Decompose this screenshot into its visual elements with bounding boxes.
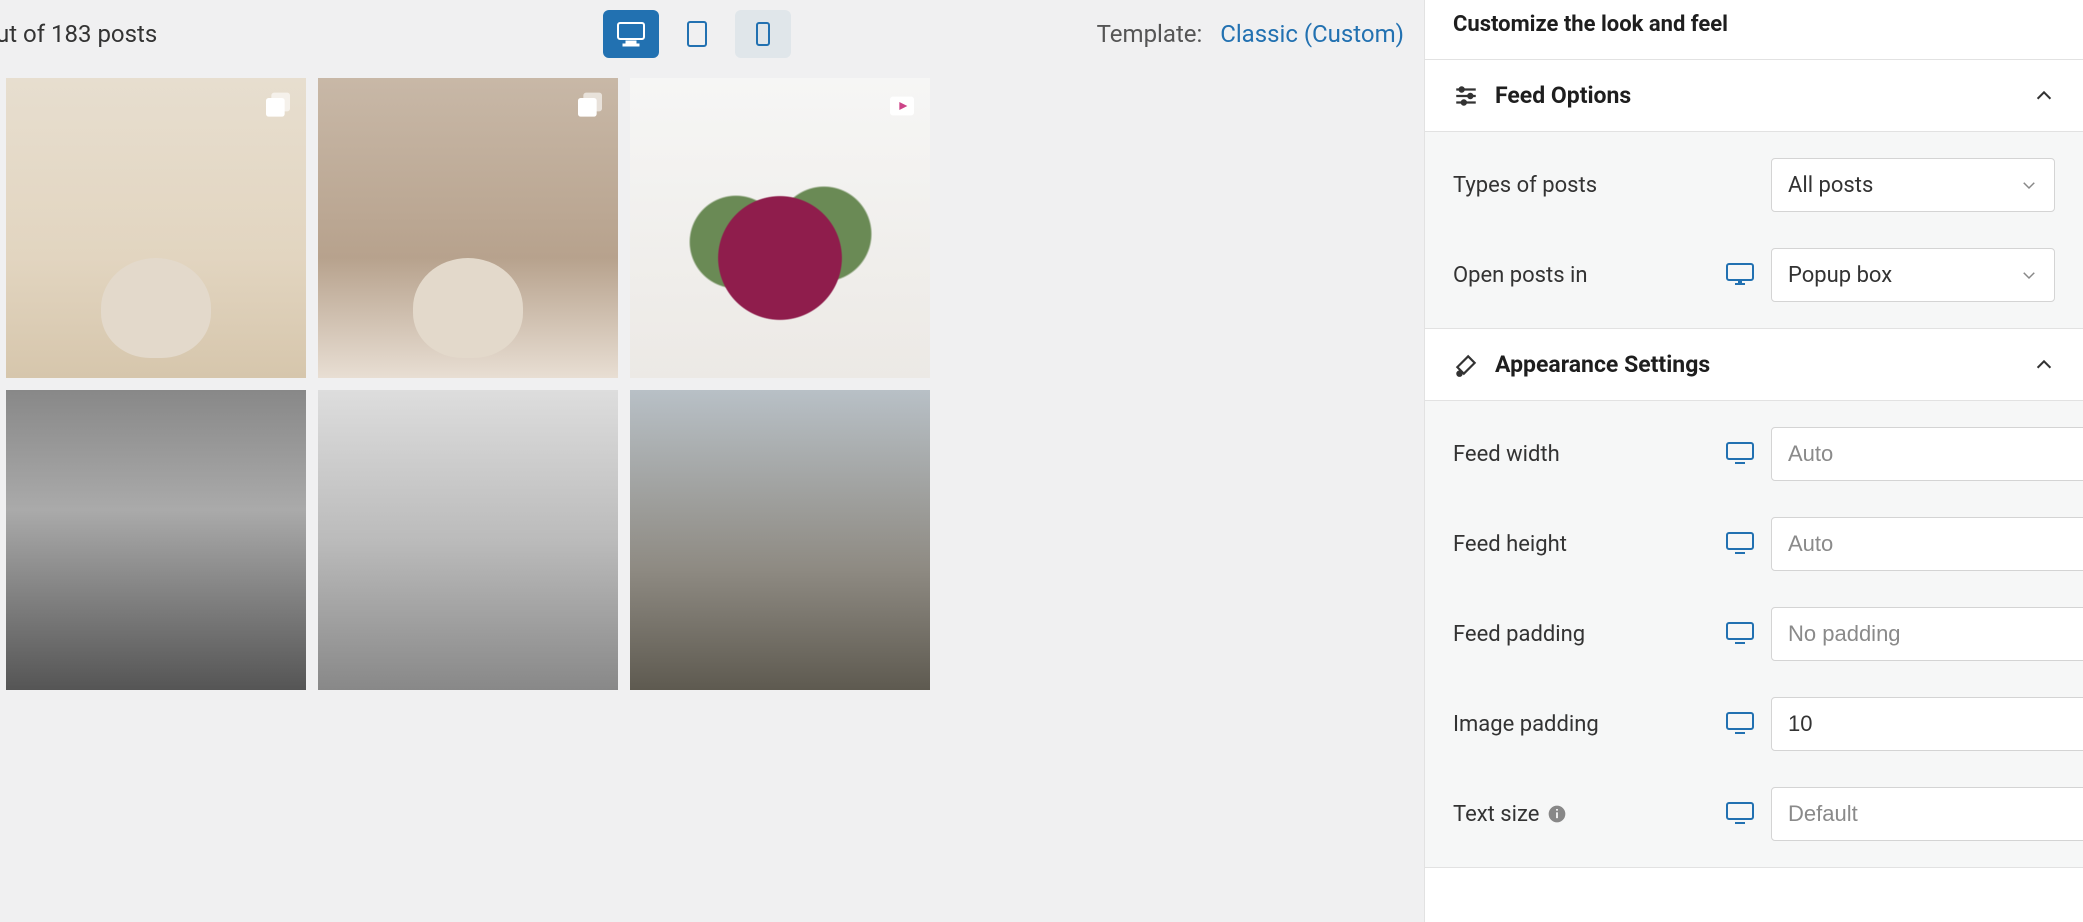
device-desktop-button[interactable] <box>603 10 659 58</box>
info-icon[interactable] <box>1547 804 1567 824</box>
device-toggle-group <box>603 10 791 58</box>
row-open-posts-in: Open posts in Popup box <box>1453 230 2055 320</box>
section-body-appearance-settings: Feed width px Feed height px Feed paddin… <box>1425 401 2083 868</box>
section-header-feed-options[interactable]: Feed Options <box>1425 60 2083 132</box>
feed-post[interactable] <box>630 78 930 378</box>
section-header-appearance-settings[interactable]: Appearance Settings <box>1425 329 2083 401</box>
desktop-icon <box>616 21 646 47</box>
types-of-posts-select[interactable]: All posts <box>1771 158 2055 212</box>
row-label: Image padding <box>1453 712 1725 737</box>
video-icon <box>886 90 918 122</box>
chevron-down-icon <box>2020 266 2038 284</box>
panel-title: Customize the look and feel <box>1425 0 2083 60</box>
posts-count: ut of 183 posts <box>0 20 157 48</box>
feed-post[interactable] <box>6 78 306 378</box>
section-label: Appearance Settings <box>1495 351 2017 378</box>
section-body-feed-options: Types of posts All posts Open posts in P… <box>1425 132 2083 329</box>
chevron-down-icon <box>2020 176 2038 194</box>
text-size-label-text: Text size <box>1453 802 1539 827</box>
section-label: Feed Options <box>1495 82 2017 109</box>
chevron-up-icon <box>2033 85 2055 107</box>
template-label: Template: <box>1097 20 1203 48</box>
select-value: All posts <box>1788 173 1873 198</box>
text-size-input[interactable] <box>1771 787 2083 841</box>
post-image <box>318 78 618 378</box>
open-posts-in-select[interactable]: Popup box <box>1771 248 2055 302</box>
template-info: Template: Classic (Custom) <box>1097 20 1404 48</box>
chevron-up-icon <box>2033 354 2055 376</box>
mobile-icon <box>755 21 771 47</box>
select-value: Popup box <box>1788 263 1892 288</box>
paint-icon <box>1453 352 1479 378</box>
row-text-size: Text size px <box>1453 769 2055 859</box>
desktop-icon[interactable] <box>1725 260 1755 290</box>
gallery-icon <box>262 90 294 122</box>
feed-post[interactable] <box>318 78 618 378</box>
row-label: Feed width <box>1453 442 1725 467</box>
row-label: Feed padding <box>1453 622 1725 647</box>
feed-padding-input[interactable] <box>1771 607 2083 661</box>
desktop-icon[interactable] <box>1725 799 1755 829</box>
feed-post[interactable] <box>318 390 618 690</box>
feed-height-input[interactable] <box>1771 517 2083 571</box>
image-padding-input[interactable] <box>1771 697 2083 751</box>
post-image <box>6 78 306 378</box>
preview-toolbar: ut of 183 posts Template: Classic (Custo… <box>0 10 1424 78</box>
row-types-of-posts: Types of posts All posts <box>1453 140 2055 230</box>
feed-grid-wrap <box>0 78 1424 690</box>
post-image <box>670 178 890 338</box>
device-mobile-button[interactable] <box>735 10 791 58</box>
preview-pane: ut of 183 posts Template: Classic (Custo… <box>0 0 1424 922</box>
desktop-icon[interactable] <box>1725 709 1755 739</box>
feed-post[interactable] <box>6 390 306 690</box>
row-feed-height: Feed height px <box>1453 499 2055 589</box>
sliders-icon <box>1453 83 1479 109</box>
row-label: Feed height <box>1453 532 1725 557</box>
row-label: Types of posts <box>1453 173 1771 198</box>
feed-grid <box>6 78 1418 690</box>
row-label: Open posts in <box>1453 263 1725 288</box>
feed-width-input[interactable] <box>1771 427 2083 481</box>
device-tablet-button[interactable] <box>669 10 725 58</box>
desktop-icon[interactable] <box>1725 529 1755 559</box>
row-feed-padding: Feed padding px <box>1453 589 2055 679</box>
settings-sidebar: Customize the look and feel Feed Options… <box>1424 0 2083 922</box>
template-link[interactable]: Classic (Custom) <box>1220 20 1404 48</box>
desktop-icon[interactable] <box>1725 619 1755 649</box>
tablet-icon <box>686 20 708 48</box>
gallery-icon <box>574 90 606 122</box>
row-feed-width: Feed width px <box>1453 409 2055 499</box>
row-image-padding: Image padding px <box>1453 679 2055 769</box>
feed-post[interactable] <box>630 390 930 690</box>
desktop-icon[interactable] <box>1725 439 1755 469</box>
row-label: Text size <box>1453 802 1725 827</box>
